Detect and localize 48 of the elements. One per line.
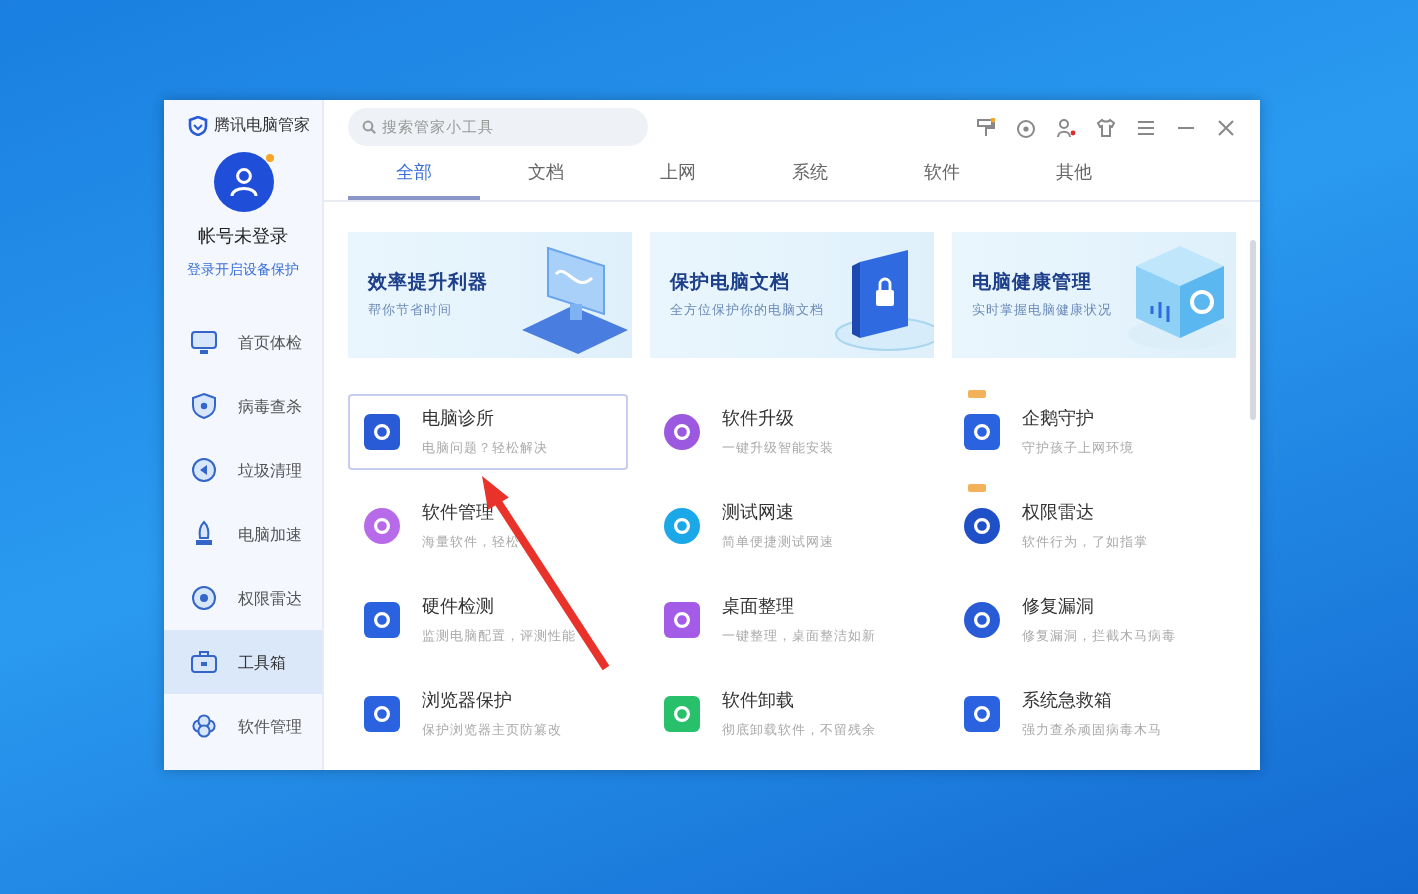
radar-icon xyxy=(190,584,218,612)
tab[interactable]: 上网 xyxy=(612,154,744,200)
shield-logo-icon xyxy=(188,115,208,135)
banner-title: 效率提升利器 xyxy=(368,270,488,296)
notification-dot xyxy=(265,154,273,162)
scrollbar-thumb[interactable] xyxy=(1250,240,1256,420)
user-icon[interactable] xyxy=(1056,117,1076,137)
tool-name: 硬件检测 xyxy=(422,595,496,620)
sidebar-item[interactable]: 垃圾清理 xyxy=(164,438,322,502)
tool-name: 浏览器保护 xyxy=(422,689,514,714)
monitor-icon xyxy=(190,328,218,356)
tab[interactable]: 系统 xyxy=(744,154,876,200)
apps-icon xyxy=(190,712,218,740)
sidebar-item[interactable]: 工具箱 xyxy=(164,630,322,694)
cleaner-icon xyxy=(190,456,218,484)
sidebar-item[interactable]: 权限雷达 xyxy=(164,566,322,630)
banner-title: 电脑健康管理 xyxy=(972,270,1094,296)
user-icon xyxy=(227,166,259,198)
menu-icon[interactable] xyxy=(1136,117,1156,137)
shield-icon xyxy=(190,392,218,420)
tool-name: 电脑诊所 xyxy=(422,407,496,432)
target-icon[interactable] xyxy=(1016,117,1036,137)
sidebar-item[interactable]: 首页体检 xyxy=(164,310,322,374)
tool-name: 软件卸载 xyxy=(722,689,796,714)
tool-name: 测试网速 xyxy=(722,501,796,526)
banner-title: 保护电脑文档 xyxy=(670,270,792,296)
tool-name: 权限雷达 xyxy=(1022,501,1096,526)
tool-name: 软件升级 xyxy=(722,407,796,432)
tab[interactable]: 其他 xyxy=(1008,154,1140,200)
tab[interactable]: 全部 xyxy=(348,154,480,200)
tab[interactable]: 软件 xyxy=(876,154,1008,200)
app-name: 腾讯电脑管家 xyxy=(214,114,310,136)
tool-name: 修复漏洞 xyxy=(1022,595,1096,620)
tab[interactable]: 文档 xyxy=(480,154,612,200)
rocket-icon xyxy=(190,520,218,548)
account-status: 帐号未登录 xyxy=(196,225,290,250)
tool-name: 系统急救箱 xyxy=(1022,689,1114,714)
sidebar-item[interactable]: 病毒查杀 xyxy=(164,374,322,438)
tool-name: 桌面整理 xyxy=(722,595,796,620)
sidebar-item[interactable]: 电脑加速 xyxy=(164,502,322,566)
shirt-icon[interactable] xyxy=(1096,117,1116,137)
close-icon[interactable] xyxy=(1216,117,1236,137)
paint-roller-icon[interactable] xyxy=(976,117,996,137)
sidebar-item[interactable]: 软件管理 xyxy=(164,694,322,758)
search-icon xyxy=(362,120,376,134)
tool-name: 企鹅守护 xyxy=(1022,407,1096,432)
avatar[interactable] xyxy=(213,152,273,212)
toolbox-icon xyxy=(190,648,218,676)
